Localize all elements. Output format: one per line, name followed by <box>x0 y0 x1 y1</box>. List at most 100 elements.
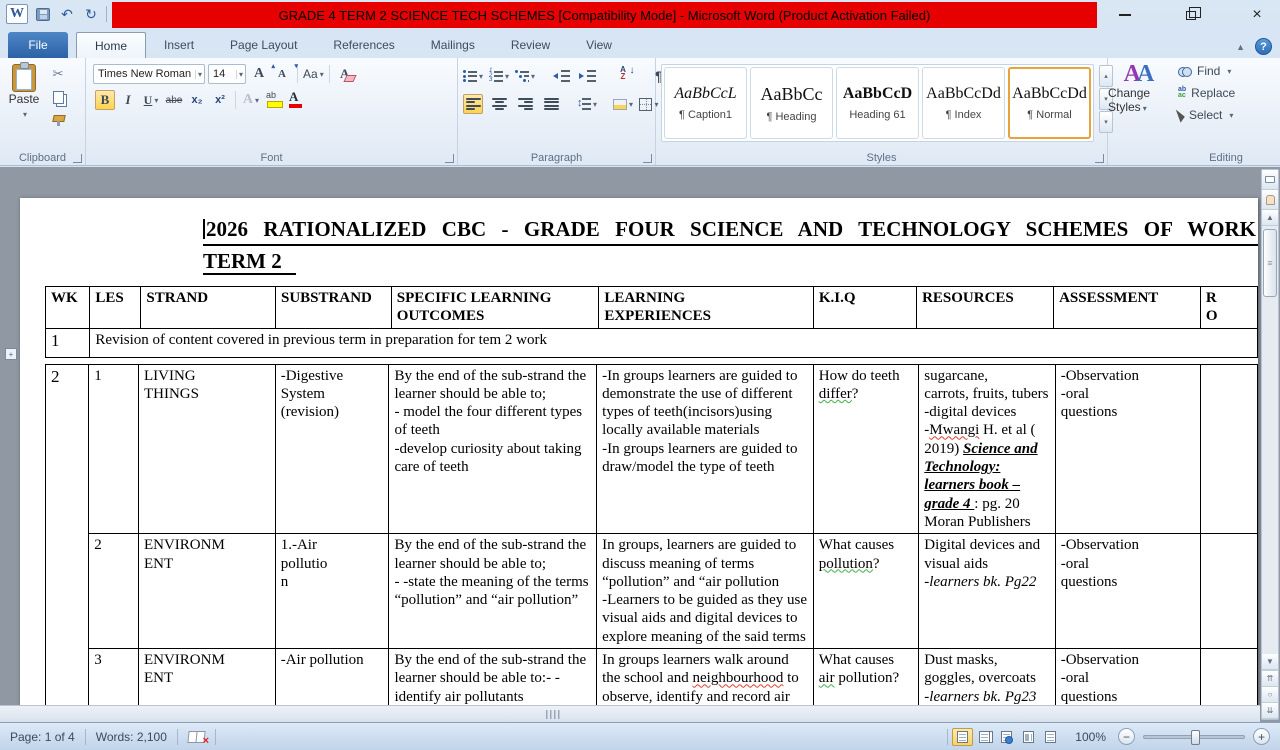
sort-button[interactable]: AZ <box>613 66 633 86</box>
tab-home[interactable]: Home <box>76 32 146 58</box>
tab-view[interactable]: View <box>568 32 630 58</box>
restore-button[interactable] <box>1178 5 1204 25</box>
zoom-in-button[interactable]: + <box>1253 728 1270 745</box>
pan-button[interactable] <box>1262 190 1278 210</box>
document-page[interactable]: 2026 RATIONALIZED CBC - GRADE FOUR SCIEN… <box>20 198 1258 706</box>
scroll-down-button[interactable]: ▼ <box>1262 654 1278 670</box>
cell-experiences[interactable]: In groups, learners are guided to discus… <box>597 534 814 649</box>
header-strand[interactable]: STRAND <box>141 287 276 329</box>
change-case-button[interactable] <box>303 64 324 84</box>
minimize-ribbon-icon[interactable]: ▲ <box>1236 42 1245 52</box>
bullets-button[interactable] <box>463 66 483 86</box>
repeat-button[interactable]: ↻ <box>82 5 100 23</box>
cell-substrand[interactable]: -Digestive System (revision) <box>275 364 389 534</box>
help-button[interactable]: ? <box>1255 38 1272 55</box>
full-screen-reading-button[interactable] <box>974 728 995 746</box>
tab-review[interactable]: Review <box>493 32 568 58</box>
cell-kiq[interactable]: What causes pollution? <box>813 534 919 649</box>
cut-button[interactable] <box>48 64 68 84</box>
web-layout-button[interactable] <box>996 728 1017 746</box>
undo-button[interactable]: ↶ <box>58 5 76 23</box>
header-les[interactable]: LES <box>90 287 141 329</box>
print-layout-view-button[interactable] <box>952 728 973 746</box>
cell-week-2[interactable]: 2 <box>46 364 89 706</box>
cell-outcomes[interactable]: By the end of the sub-strand the learner… <box>389 364 597 534</box>
bold-button[interactable] <box>95 90 115 110</box>
zoom-slider-handle[interactable] <box>1191 730 1200 745</box>
page-indicator[interactable]: Page: 1 of 4 <box>0 723 85 750</box>
font-color-button[interactable] <box>287 90 307 110</box>
header-resources[interactable]: RESOURCES <box>917 287 1054 329</box>
copy-button[interactable] <box>48 87 68 107</box>
replace-button[interactable]: abac Replace <box>1178 86 1235 100</box>
cell-assessment[interactable]: -Observation -oral questions <box>1055 649 1201 706</box>
select-button[interactable]: Select <box>1178 108 1235 122</box>
cell-substrand[interactable]: 1.-Air pollutio n <box>275 534 389 649</box>
word-count[interactable]: Words: 2,100 <box>86 723 177 750</box>
proofing-status[interactable] <box>178 723 215 750</box>
cell-les[interactable]: 2 <box>89 534 139 649</box>
cell-resources[interactable]: Digital devices and visual aids -learner… <box>919 534 1055 649</box>
cell-substrand[interactable]: -Air pollution <box>275 649 389 706</box>
save-button[interactable] <box>34 5 52 23</box>
cell-strand[interactable]: LIVING THINGS <box>138 364 275 534</box>
header-assessment[interactable]: ASSESSMENT <box>1054 287 1201 329</box>
numbering-button[interactable] <box>489 66 509 86</box>
header-experiences[interactable]: LEARNING EXPERIENCES <box>599 287 814 329</box>
underline-button[interactable] <box>141 90 161 110</box>
zoom-slider[interactable] <box>1143 735 1245 739</box>
header-remarks[interactable]: R O <box>1200 287 1257 329</box>
outline-view-button[interactable] <box>1018 728 1039 746</box>
clipboard-dialog-launcher[interactable] <box>73 154 82 163</box>
cell-strand[interactable]: ENVIRONM ENT <box>138 534 275 649</box>
grow-font-button[interactable]: A <box>249 64 269 84</box>
change-styles-button[interactable]: AA Change Styles <box>1108 62 1170 114</box>
shading-button[interactable] <box>613 94 633 114</box>
zoom-level[interactable]: 100% <box>1075 730 1106 744</box>
horizontal-scrollbar[interactable] <box>0 705 1260 722</box>
cell-remarks[interactable] <box>1201 649 1258 706</box>
cell-remarks[interactable] <box>1201 534 1258 649</box>
vertical-scrollbar[interactable]: ▲ ≡ ▼ ⇈ ○ ⇊ <box>1261 169 1279 720</box>
find-button[interactable]: Find <box>1178 64 1235 78</box>
style-normal[interactable]: AaBbCcDd ¶ Normal <box>1008 67 1091 139</box>
cell-experiences[interactable]: In groups learners walk around the schoo… <box>597 649 814 706</box>
close-button[interactable]: × <box>1244 5 1270 25</box>
highlight-button[interactable] <box>264 90 284 110</box>
tab-file[interactable]: File <box>8 32 68 58</box>
word-logo-icon[interactable]: W <box>6 4 28 24</box>
cell-outcomes[interactable]: By the end of the sub-strand the learner… <box>389 649 597 706</box>
cell-assessment[interactable]: -Observation -oral questions <box>1055 364 1201 534</box>
minimize-button[interactable] <box>1112 5 1138 25</box>
align-right-button[interactable] <box>515 94 535 114</box>
increase-indent-button[interactable] <box>577 66 597 86</box>
style-heading[interactable]: AaBbCc ¶ Heading <box>750 67 833 139</box>
text-effects-button[interactable] <box>241 90 261 110</box>
scroll-up-button[interactable]: ▲ <box>1262 210 1278 226</box>
scrollbar-thumb[interactable]: ≡ <box>1263 229 1277 297</box>
next-page-button[interactable]: ⇊ <box>1262 703 1278 719</box>
draft-view-button[interactable] <box>1040 728 1061 746</box>
subscript-button[interactable] <box>187 90 207 110</box>
cell-kiq[interactable]: What causes air pollution? <box>813 649 919 706</box>
shrink-font-button[interactable]: A <box>272 64 292 84</box>
cell-revision-text[interactable]: Revision of content covered in previous … <box>90 328 1258 357</box>
header-substrand[interactable]: SUBSTRAND <box>276 287 392 329</box>
line-spacing-button[interactable] <box>577 94 597 114</box>
font-dialog-launcher[interactable] <box>445 154 454 163</box>
tab-insert[interactable]: Insert <box>146 32 212 58</box>
align-center-button[interactable] <box>489 94 509 114</box>
cell-assessment[interactable]: -Observation -oral questions <box>1055 534 1201 649</box>
horizontal-scrollbar-grip[interactable] <box>546 710 562 719</box>
strikethrough-button[interactable] <box>164 90 184 110</box>
previous-page-button[interactable]: ⇈ <box>1262 671 1278 687</box>
multilevel-list-button[interactable] <box>515 66 535 86</box>
decrease-indent-button[interactable] <box>551 66 571 86</box>
cell-les[interactable]: 3 <box>89 649 139 706</box>
italic-button[interactable] <box>118 90 138 110</box>
superscript-button[interactable] <box>210 90 230 110</box>
font-size-combo[interactable]: 14▾ <box>208 64 246 84</box>
cell-les[interactable]: 1 <box>89 364 139 534</box>
cell-remarks[interactable] <box>1201 364 1258 534</box>
cell-resources[interactable]: sugarcane, carrots, fruits, tubers -digi… <box>919 364 1055 534</box>
